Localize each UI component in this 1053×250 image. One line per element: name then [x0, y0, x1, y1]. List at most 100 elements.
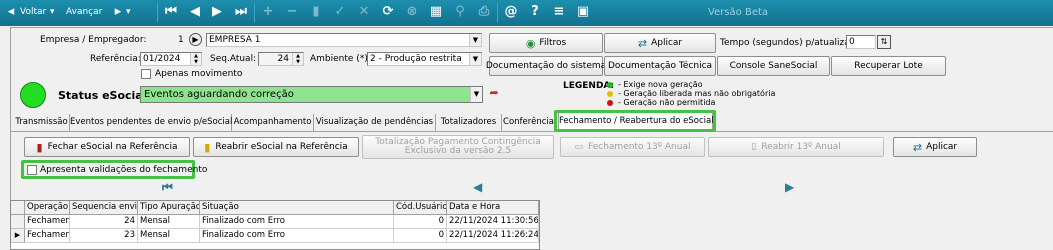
grid-col-tipo[interactable]: Tipo Apuração — [138, 201, 200, 215]
back-dropdown-icon[interactable]: ▾ — [50, 7, 55, 17]
chevron-down-icon[interactable]: ▼ — [470, 87, 482, 102]
seq-input[interactable]: 24 ▲ ▼ — [258, 52, 304, 66]
grid-col-situacao[interactable]: Situação — [200, 201, 394, 215]
apenas-movimento-checkbox[interactable] — [141, 69, 151, 79]
confirm-icon[interactable]: ✓ — [332, 4, 348, 20]
forward-button[interactable]: Avançar — [66, 7, 102, 17]
remove-icon[interactable]: − — [284, 4, 300, 20]
table-cell[interactable]: Fechamen — [25, 229, 70, 243]
status-indicator — [20, 82, 46, 108]
console-button[interactable]: Console SaneSocial — [717, 56, 830, 76]
tab-highlight — [554, 110, 716, 132]
table-cell[interactable]: Finalizado com Erro — [200, 229, 394, 243]
tab-eventos-pendentes[interactable]: Eventos pendentes de envio p/eSocial — [70, 114, 232, 131]
reabrir-13-button[interactable]: ▯ Reabrir 13º Anual — [708, 137, 884, 157]
fechamento-13-button[interactable]: ▭ Fechamento 13º Anual — [560, 137, 705, 157]
chevron-down-icon[interactable]: ▼ — [469, 53, 481, 65]
fechamento-13-label: Fechamento 13º Anual — [588, 142, 691, 152]
next-record-icon[interactable]: ▶ — [209, 4, 225, 20]
exit-icon[interactable]: ▣ — [575, 4, 591, 20]
table-cell[interactable]: 22/11/2024 11:26:24 — [447, 229, 539, 243]
grid-col-datahora[interactable]: Data e Hora — [447, 201, 539, 215]
back-arrow-icon[interactable]: ◂ — [3, 4, 19, 20]
print-icon[interactable]: ⎙ — [476, 4, 492, 20]
recuperar-button[interactable]: Recuperar Lote — [831, 56, 946, 76]
tempo-input[interactable]: 0 — [846, 35, 876, 49]
seq-spin-icon[interactable]: ▲ ▼ — [292, 53, 303, 65]
table-cell[interactable]: 22/11/2024 11:30:56 — [447, 215, 539, 229]
prior-page-icon[interactable]: ◀ — [473, 180, 482, 194]
last-record-icon[interactable]: ⏭ — [233, 4, 249, 20]
table-cell[interactable]: Finalizado com Erro — [200, 215, 394, 229]
aplicar-button[interactable]: ⇄ Aplicar — [893, 137, 977, 157]
table-cell[interactable]: 0 — [394, 229, 447, 243]
refresh-icon[interactable]: ⟳ — [380, 4, 396, 20]
forward-arrow-icon[interactable]: ▸ — [110, 4, 126, 20]
table-cell[interactable]: Mensal — [138, 215, 200, 229]
table-cell[interactable]: Mensal — [138, 229, 200, 243]
main-toolbar: ◂ Voltar ▾ Avançar ▸ ▾ ⏮ ◀ ▶ ⏭ + − ▮ ✓ ✕… — [0, 0, 1053, 26]
add-icon[interactable]: + — [260, 4, 276, 20]
tempo-set-icon[interactable]: ⇅ — [877, 35, 891, 49]
grid-col-codusuario[interactable]: Cód.Usuário — [394, 201, 447, 215]
legend-dot-yellow — [607, 91, 613, 97]
search-icon[interactable]: ⚲ — [452, 4, 468, 20]
tab-acompanhamento[interactable]: Acompanhamento — [232, 114, 314, 131]
filtros-button[interactable]: ◉ Filtros — [489, 33, 603, 53]
first-page-icon[interactable]: ⏮ — [162, 180, 173, 195]
grid-icon[interactable]: ▦ — [428, 4, 444, 20]
email-icon[interactable]: @ — [503, 4, 519, 20]
ambiente-label: Ambiente (*): — [310, 54, 371, 64]
apply-icon: ⇄ — [912, 140, 923, 154]
toolbar-separator — [157, 3, 158, 22]
grid-col-sequencia[interactable]: Sequencia envio — [70, 201, 138, 215]
status-label: Status eSocial: — [58, 89, 151, 102]
history-grid[interactable]: Operação Sequencia envio Tipo Apuração S… — [10, 200, 540, 250]
totalizacao-button[interactable]: Totalização Pagamento Contingência Exclu… — [362, 135, 554, 159]
tab-visualizacao[interactable]: Visualização de pendências — [314, 114, 436, 131]
row-indicator[interactable] — [11, 215, 25, 229]
apply-icon: ⇄ — [637, 36, 648, 50]
referencia-label: Referência: — [90, 54, 141, 64]
first-record-icon[interactable]: ⏮ — [163, 4, 179, 20]
tab-conferencia[interactable]: Conferência — [502, 114, 556, 131]
prior-record-icon[interactable]: ◀ — [187, 4, 203, 20]
referencia-input[interactable]: 01/2024 ▲ ▼ — [140, 52, 202, 66]
version-label: Versão Beta — [708, 7, 769, 18]
delete-icon[interactable]: ▮ — [308, 4, 324, 20]
fechar-esocial-button[interactable]: ▮ Fechar eSocial na Referência — [24, 137, 190, 157]
forward-dropdown-icon[interactable]: ▾ — [126, 7, 131, 17]
calendar-icon: ▭ — [574, 142, 584, 152]
ambiente-combo[interactable]: 2 - Produção restrita ▼ — [367, 52, 482, 66]
reabrir-esocial-button[interactable]: ▮ Reabrir eSocial na Referência — [193, 137, 359, 157]
empresa-lookup-icon[interactable]: ▶ — [189, 33, 202, 46]
validacoes-label: Apresenta validações do fechamento — [40, 165, 208, 175]
table-cell[interactable]: 23 — [70, 229, 138, 243]
doc-sistema-button[interactable]: Documentação do sistema — [486, 56, 606, 76]
table-cell[interactable]: 0 — [394, 215, 447, 229]
open-book-icon: ▮ — [204, 140, 211, 154]
aplicar-top-button[interactable]: ⇄ Aplicar — [604, 33, 716, 53]
next-page-icon[interactable]: ▶ — [785, 180, 794, 194]
doc-tecnica-button[interactable]: Documentação Técnica — [604, 56, 716, 76]
back-button[interactable]: Voltar — [20, 7, 46, 17]
grid-col-operacao[interactable]: Operação — [25, 201, 70, 215]
referencia-spin-icon[interactable]: ▲ ▼ — [190, 53, 201, 65]
help-icon[interactable]: ? — [527, 4, 543, 20]
legend-item-2: - Geração liberada mas não obrigatória — [618, 89, 776, 98]
empresa-label: Empresa / Empregador: — [40, 35, 147, 45]
tab-totalizadores[interactable]: Totalizadores — [436, 114, 502, 131]
tab-transmissao[interactable]: Transmissão — [14, 114, 70, 131]
export-icon[interactable]: ➦ — [486, 86, 502, 102]
validacoes-checkbox[interactable] — [27, 165, 37, 175]
status-combo[interactable]: Eventos aguardando correção ▼ — [140, 86, 483, 103]
wrap-text-icon[interactable]: ≡ — [551, 4, 567, 20]
chevron-down-icon[interactable]: ▼ — [469, 34, 481, 46]
stop-icon[interactable]: ⊗ — [404, 4, 420, 20]
table-cell[interactable]: 24 — [70, 215, 138, 229]
empresa-combo[interactable]: EMPRESA 1 ▼ — [206, 33, 482, 47]
cancel-icon[interactable]: ✕ — [356, 4, 372, 20]
legend-item-1: - Exige nova geração — [618, 80, 703, 89]
table-cell[interactable]: Fechamen — [25, 215, 70, 229]
current-row-icon[interactable]: ▶ — [11, 229, 25, 243]
